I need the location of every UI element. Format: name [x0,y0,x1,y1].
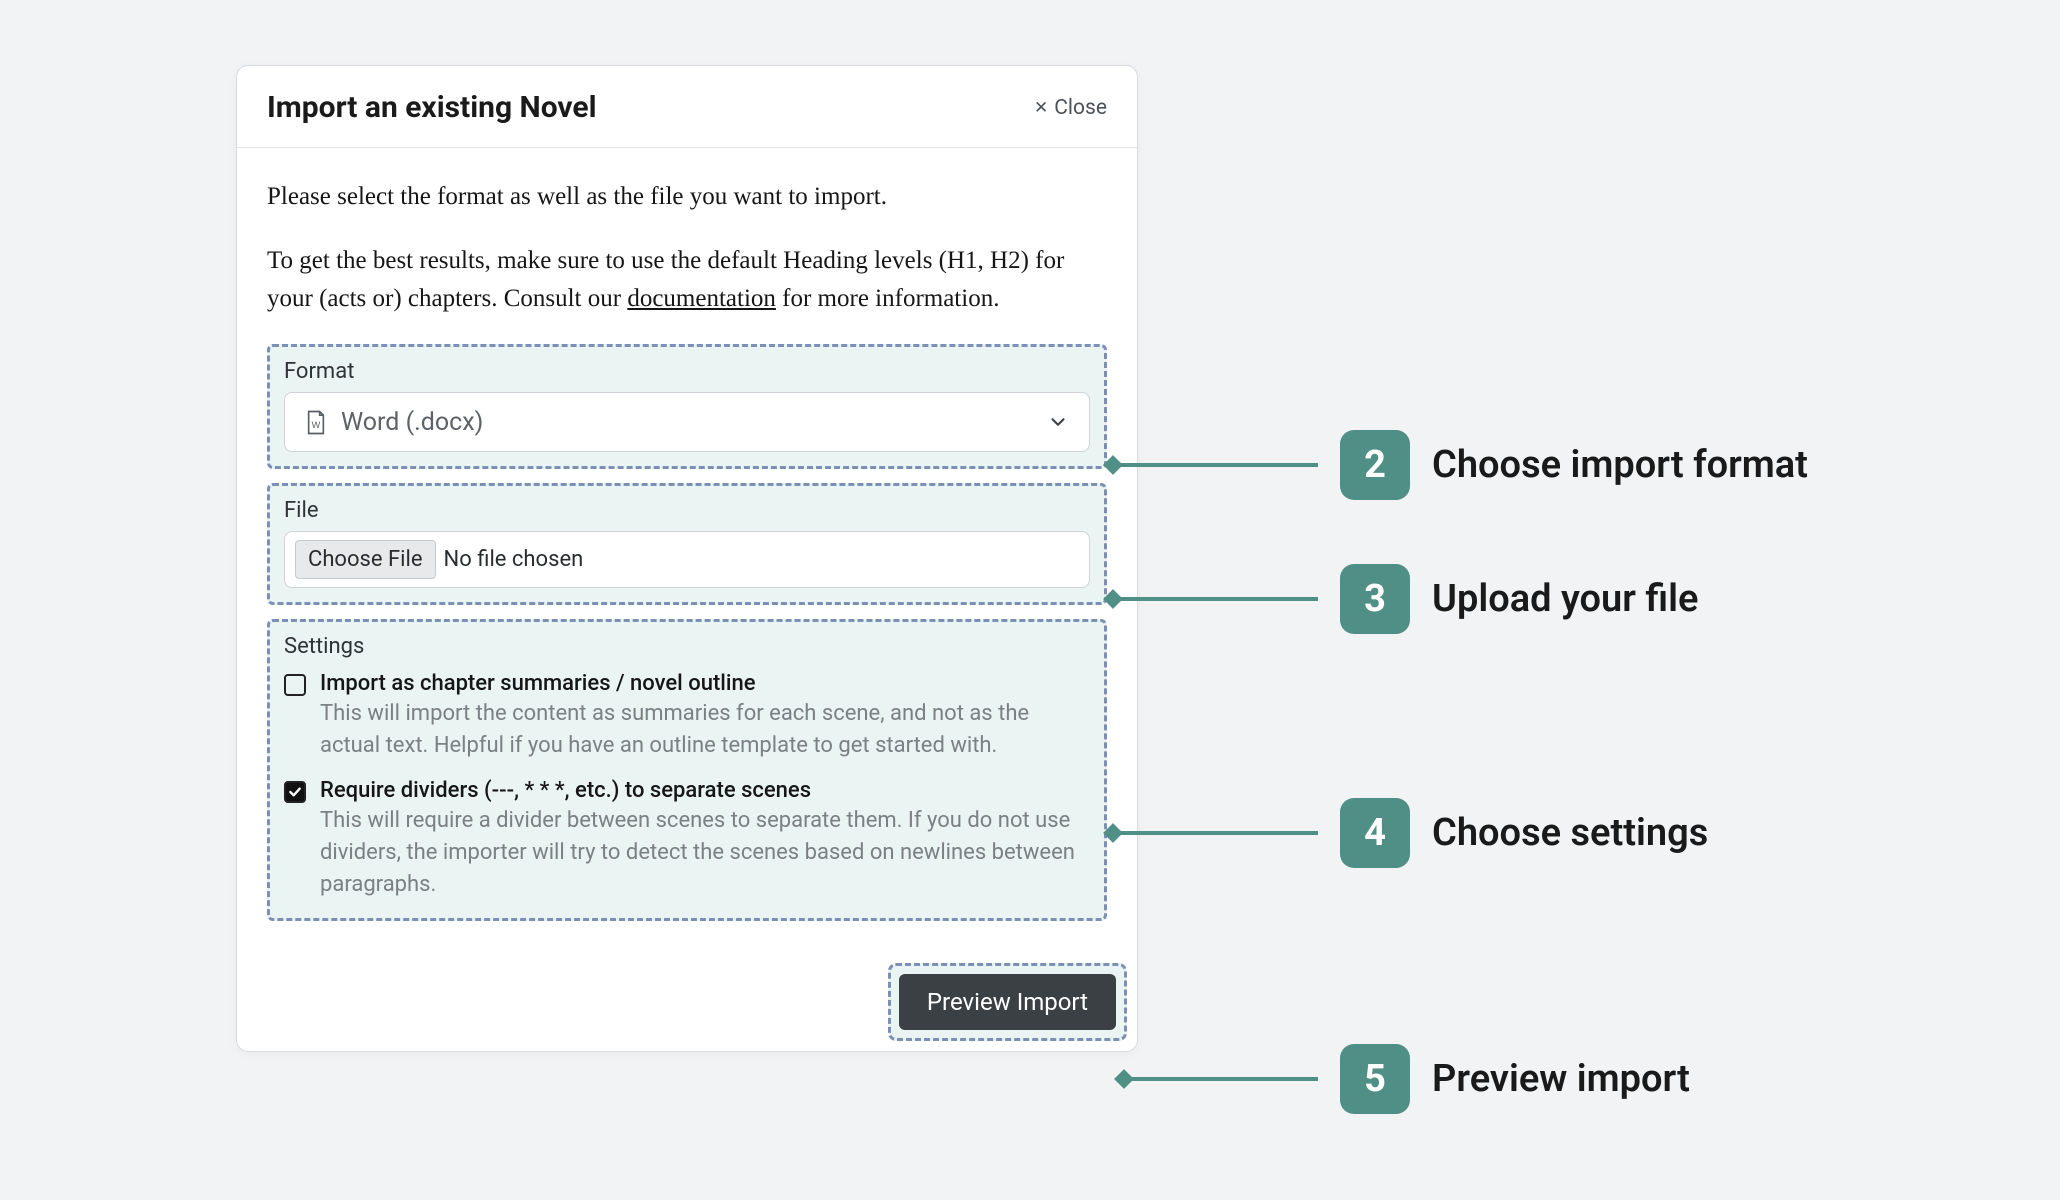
setting-require-dividers: Require dividers (---, * * *, etc.) to s… [284,778,1090,901]
settings-label: Settings [284,634,1090,659]
documentation-link[interactable]: documentation [627,285,776,312]
choose-file-button[interactable]: Choose File [295,540,436,579]
callout-text: Upload your file [1432,577,1698,621]
preview-highlight-box: Preview Import [888,963,1127,1041]
intro-line-2: To get the best results, make sure to us… [267,242,1107,318]
setting-title: Import as chapter summaries / novel outl… [320,671,1090,696]
file-section: File Choose File No file chosen [267,483,1107,605]
callout-4: 4 Choose settings [1114,798,1708,868]
setting-desc: This will import the content as summarie… [320,698,1090,762]
format-section: Format W Word (.docx) [267,344,1107,469]
preview-import-button[interactable]: Preview Import [899,974,1116,1030]
callout-text: Preview import [1432,1057,1690,1101]
format-select[interactable]: W Word (.docx) [284,392,1090,452]
import-dialog: Import an existing Novel ✕ Close Please … [236,65,1138,1052]
callout-badge: 5 [1340,1044,1410,1114]
callout-line [1125,1077,1318,1081]
format-label: Format [284,359,1090,384]
callout-2: 2 Choose import format [1114,430,1808,500]
callout-badge: 2 [1340,430,1410,500]
dialog-header: Import an existing Novel ✕ Close [237,66,1137,148]
close-button[interactable]: ✕ Close [1034,96,1107,120]
dialog-footer: Preview Import [237,953,1137,1051]
callout-badge: 3 [1340,564,1410,634]
file-status: No file chosen [444,547,584,572]
callout-text: Choose settings [1432,811,1708,855]
callout-line [1114,831,1318,835]
setting-desc: This will require a divider between scen… [320,805,1090,901]
checkbox-require-dividers[interactable] [284,781,306,803]
file-label: File [284,498,1090,523]
checkbox-import-as-summaries[interactable] [284,674,306,696]
callout-3: 3 Upload your file [1114,564,1698,634]
file-input-row: Choose File No file chosen [284,531,1090,588]
callout-badge: 4 [1340,798,1410,868]
close-icon: ✕ [1034,98,1048,118]
callout-text: Choose import format [1432,443,1808,487]
setting-title: Require dividers (---, * * *, etc.) to s… [320,778,1090,803]
close-label: Close [1054,96,1107,120]
dialog-body: Please select the format as well as the … [237,148,1137,953]
word-file-icon: W [305,409,327,436]
callout-line [1114,597,1318,601]
callout-5: 5 Preview import [1125,1044,1690,1114]
intro-line-1: Please select the format as well as the … [267,178,1107,216]
format-selected-value: Word (.docx) [341,408,1033,437]
settings-section: Settings Import as chapter summaries / n… [267,619,1107,921]
dialog-title: Import an existing Novel [267,90,597,125]
svg-text:W: W [312,420,321,430]
setting-import-as-summaries: Import as chapter summaries / novel outl… [284,671,1090,762]
callout-line [1114,463,1318,467]
chevron-down-icon [1047,411,1069,433]
